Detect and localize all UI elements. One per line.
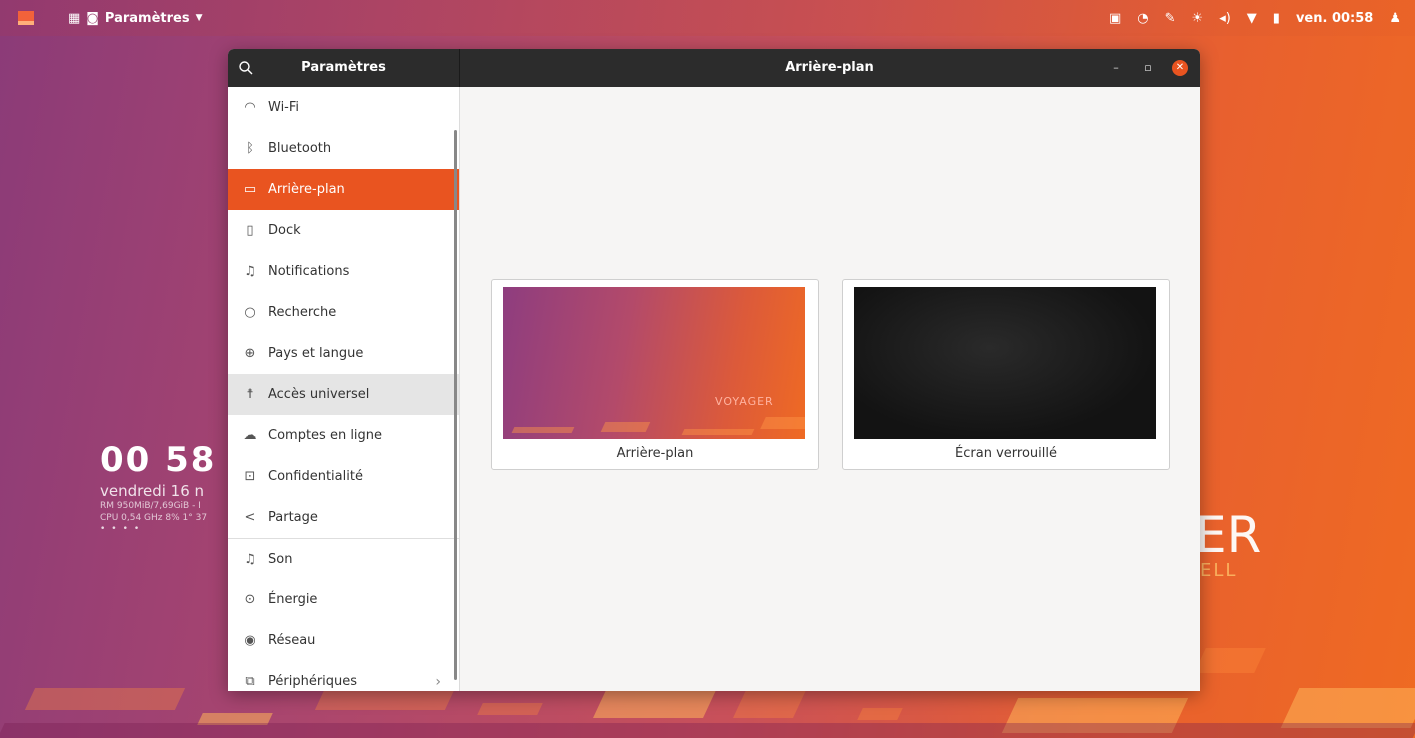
sidebar-item-privacy[interactable]: ⊡ Confidentialité [228,456,459,497]
sidebar-item-label: Pays et langue [268,346,364,361]
conky-ram: RM 950MiB/7,69GiB - I [100,501,201,511]
app-menu-label: Paramètres [104,10,190,26]
conky-time: 00 58 [100,440,217,480]
sidebar-item-label: Son [268,551,293,567]
desktop-conky-widget: 00 58 vendredi 16 n RM 950MiB/7,69GiB - … [100,440,216,534]
sidebar-item-power[interactable]: ⊙ Énergie [228,579,459,620]
wifi-status-icon[interactable]: ▼ [1247,12,1257,25]
lock-screen-card-label: Écran verrouillé [955,446,1057,461]
power-icon: ⊙ [244,592,256,607]
chevron-down-icon: ▼ [195,12,203,23]
sidebar-item-label: Bluetooth [268,141,332,156]
settings-window: Paramètres Arrière-plan – ▫ ✕ ◠ Wi-Fi ᛒ … [228,49,1200,691]
maximize-button[interactable]: ▫ [1140,60,1156,76]
bell-icon: ♫ [244,264,256,279]
sidebar-item-label: Notifications [268,264,350,279]
sidebar-item-network[interactable]: ◉ Réseau [228,620,459,661]
header-bar: Paramètres Arrière-plan – ▫ ✕ [228,49,1200,87]
sidebar-item-label: Périphériques [268,674,358,689]
pen-icon[interactable]: ✎ [1165,12,1176,25]
accessibility-icon: ☨ [246,387,254,402]
sidebar-header: Paramètres [228,49,460,87]
conky-dots: •••• [100,524,146,534]
thumbnail-text: VOYAGER [715,395,774,408]
sidebar-item-label: Confidentialité [268,469,363,484]
sidebar-item-label: Partage [268,510,318,525]
close-button[interactable]: ✕ [1172,60,1188,76]
sidebar-scrollbar[interactable] [454,130,457,680]
cloud-icon: ☁ [243,428,257,443]
conky-date: vendredi 16 n [100,482,205,500]
sidebar-item-sharing[interactable]: < Partage [228,497,459,538]
brightness-icon[interactable]: ☀ [1192,12,1204,25]
music-note-icon: ♫ [244,551,256,567]
background-panel: VOYAGER Arrière-plan Écran verrouillé [460,87,1200,691]
desktop-watermark-sub: ELL [1200,560,1238,581]
sidebar-item-label: Énergie [268,592,318,607]
indicator-icon[interactable]: ◔ [1137,12,1148,25]
user-icon[interactable]: ♟ [1389,12,1401,25]
top-bar: ▦ ◙ Paramètres ▼ ▣ ◔ ✎ ☀ ◂) ▼ ▮ ven. 00:… [0,0,1415,36]
sidebar-item-bluetooth[interactable]: ᛒ Bluetooth [228,128,459,169]
background-thumbnail: VOYAGER [503,287,805,439]
terminal-icon[interactable]: ▣ [1109,12,1121,25]
devices-icon: ⧉ [245,674,255,689]
sidebar-item-wifi[interactable]: ◠ Wi-Fi [228,87,459,128]
background-icon: ▭ [243,182,257,197]
sidebar-item-sound[interactable]: ♫ Son [228,538,459,579]
sidebar-item-label: Arrière-plan [268,182,345,197]
sidebar-item-search[interactable]: ○ Recherche [228,292,459,333]
sidebar-item-label: Réseau [268,633,316,648]
conky-cpu: CPU 0,54 GHz 8% 1° 37 [100,513,208,523]
network-icon: ◉ [244,633,256,648]
minimize-button[interactable]: – [1108,60,1124,76]
settings-app-icon: ◙ [86,10,99,26]
chevron-right-icon: › [435,673,441,690]
desktop-watermark: ER [1195,506,1262,564]
lock-icon: ⊡ [244,469,256,484]
sidebar-title: Paramètres [301,60,386,75]
sidebar-item-online-accounts[interactable]: ☁ Comptes en ligne [228,415,459,456]
sidebar-item-dock[interactable]: ▯ Dock [228,210,459,251]
wifi-icon: ◠ [244,100,256,115]
sidebar-item-background[interactable]: ▭ Arrière-plan [228,169,459,210]
battery-icon[interactable]: ▮ [1273,12,1280,25]
activities-icon[interactable] [18,11,34,25]
app-menu[interactable]: ▦ ◙ Paramètres ▼ [68,11,203,26]
sidebar-item-universal-access[interactable]: ☨ Accès universel [228,374,459,415]
sidebar-item-label: Accès universel [268,387,370,402]
window-title: Arrière-plan [785,60,874,75]
sidebar: ◠ Wi-Fi ᛒ Bluetooth ▭ Arrière-plan ▯ Doc… [228,87,460,691]
lock-screen-thumbnail [854,287,1156,439]
sidebar-item-label: Dock [268,223,301,238]
sidebar-item-region-language[interactable]: ⊕ Pays et langue [228,333,459,374]
apps-grid-icon[interactable]: ▦ [68,12,80,25]
sidebar-item-label: Wi-Fi [268,100,300,115]
sidebar-item-notifications[interactable]: ♫ Notifications [228,251,459,292]
sidebar-item-label: Comptes en ligne [268,428,383,443]
sidebar-item-devices[interactable]: ⧉ Périphériques › [228,661,459,691]
background-card-label: Arrière-plan [616,446,694,461]
sidebar-item-label: Recherche [268,305,337,320]
search-icon: ○ [244,305,256,320]
share-icon: < [244,510,256,525]
background-card[interactable]: VOYAGER Arrière-plan [491,279,819,470]
volume-icon[interactable]: ◂) [1219,12,1231,25]
lock-screen-card[interactable]: Écran verrouillé [842,279,1170,470]
dock-icon: ▯ [246,223,254,238]
clock[interactable]: ven. 00:58 [1296,11,1373,26]
globe-icon: ⊕ [244,346,256,361]
bluetooth-icon: ᛒ [246,141,254,156]
